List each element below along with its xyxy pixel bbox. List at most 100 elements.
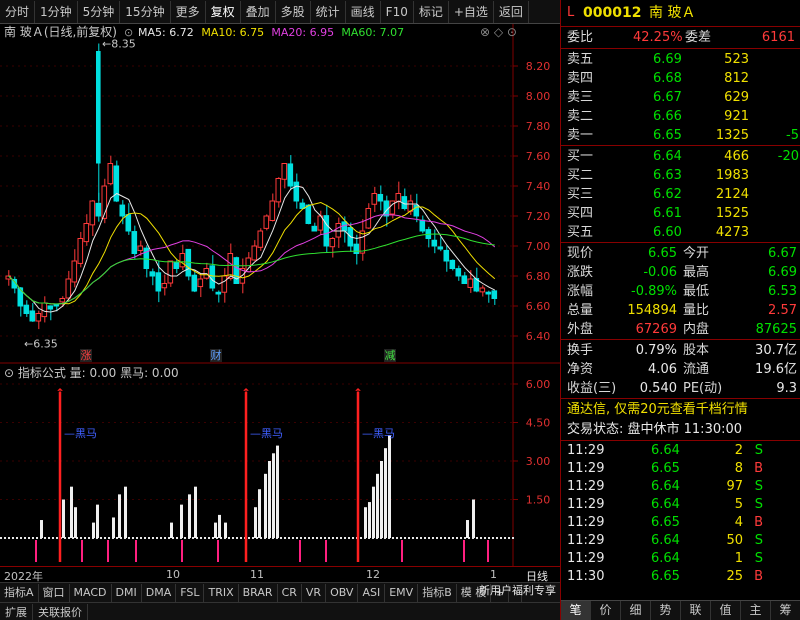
tab-BRAR[interactable]: BRAR bbox=[239, 583, 278, 602]
baseline-dot bbox=[84, 537, 86, 539]
tab-OBV[interactable]: OBV bbox=[326, 583, 359, 602]
candle bbox=[215, 291, 222, 295]
baseline-dot bbox=[316, 537, 318, 539]
toolbar-button-更多[interactable]: 更多 bbox=[171, 0, 206, 23]
toolbar-button-多股[interactable]: 多股 bbox=[276, 0, 311, 23]
promo-row[interactable]: 通达信, 仅需20元查看千档行情 bbox=[561, 400, 800, 419]
tab-指标B[interactable]: 指标B bbox=[418, 583, 457, 602]
quote-tab-主[interactable]: 主 bbox=[741, 601, 771, 620]
order-volume: 4273 bbox=[715, 225, 749, 240]
y-tick-label: 3.00 bbox=[526, 455, 551, 468]
chart-controls-icon[interactable]: ⊗ ◇ ⊙ bbox=[480, 25, 517, 39]
quote-tab-价[interactable]: 价 bbox=[591, 601, 621, 620]
baseline-dot bbox=[488, 537, 490, 539]
tab-CR[interactable]: CR bbox=[278, 583, 302, 602]
quote-tab-联[interactable]: 联 bbox=[681, 601, 711, 620]
candle bbox=[29, 310, 36, 322]
tab-MACD[interactable]: MACD bbox=[70, 583, 112, 602]
promo2-row[interactable]: 新用户福利专享 bbox=[479, 583, 800, 599]
baseline-dot bbox=[428, 537, 430, 539]
toolbar-button-返回[interactable]: 返回 bbox=[494, 0, 529, 23]
toolbar-button-5分钟[interactable]: 5分钟 bbox=[78, 0, 121, 23]
tick-row: 11:29 6.65 8 B bbox=[561, 460, 800, 478]
stat-row: 涨幅 -0.89% 最低 6.53 bbox=[561, 282, 800, 301]
quote-panel: L 000012 南 玻Ａ 委比 42.25% 委差 6161 卖五 6.69 523 卖四 6.68… bbox=[479, 0, 800, 620]
stat-value: -0.89% bbox=[631, 284, 677, 299]
volume-bar bbox=[372, 486, 375, 538]
candle bbox=[209, 265, 216, 289]
candle bbox=[371, 193, 378, 205]
baseline-dot bbox=[500, 537, 502, 539]
toolbar-button-15分钟[interactable]: 15分钟 bbox=[120, 0, 171, 23]
order-label: 卖一 bbox=[567, 128, 594, 143]
baseline-dot bbox=[504, 537, 506, 539]
baseline-dot bbox=[44, 537, 46, 539]
candle bbox=[83, 223, 90, 243]
candle bbox=[305, 204, 312, 224]
toolbar-button-F10[interactable]: F10 bbox=[381, 0, 414, 23]
volume-bar bbox=[214, 522, 217, 538]
candle bbox=[23, 304, 30, 315]
stat-label: 内盘 bbox=[683, 322, 710, 337]
baseline-dot bbox=[404, 537, 406, 539]
baseline-dot bbox=[324, 537, 326, 539]
toolbar-button-标记[interactable]: 标记 bbox=[414, 0, 449, 23]
promo2-text[interactable]: 新用户福利专享 bbox=[479, 583, 556, 599]
volume-bar bbox=[170, 522, 173, 538]
candle bbox=[257, 230, 264, 248]
baseline-dot bbox=[436, 537, 438, 539]
quote-tab-笔[interactable]: 笔 bbox=[561, 601, 591, 620]
tab-指标A[interactable]: 指标A bbox=[0, 583, 39, 602]
baseline-dot bbox=[108, 537, 110, 539]
toolbar-button-分时[interactable]: 分时 bbox=[0, 0, 36, 23]
volume-bar bbox=[276, 445, 279, 538]
tab-窗口[interactable]: 窗口 bbox=[39, 583, 70, 602]
tab-EMV[interactable]: EMV bbox=[385, 583, 419, 602]
order-volume: 1983 bbox=[715, 168, 749, 183]
candle bbox=[443, 249, 450, 262]
baseline-dot bbox=[508, 537, 510, 539]
date-axis: 2022年 10 11 12 1 日线 bbox=[0, 566, 560, 583]
promo-text[interactable]: 通达信, 仅需20元查看千档行情 bbox=[567, 400, 748, 419]
baseline-dot bbox=[512, 537, 514, 539]
baseline-dot bbox=[28, 537, 30, 539]
y-tick-label: 7.00 bbox=[526, 240, 551, 253]
stat-row: 现价 6.65 今开 6.67 bbox=[561, 244, 800, 263]
toolbar-button-叠加[interactable]: 叠加 bbox=[241, 0, 276, 23]
candle bbox=[119, 204, 126, 217]
order-label: 卖四 bbox=[567, 71, 594, 86]
kline-chart[interactable]: 8.20 8.00 7.80 7.60 7.40 7.20 7.00 6.80 6.60 6.40… bbox=[0, 24, 560, 364]
stat-value: -0.06 bbox=[643, 265, 677, 280]
order-change: -5 bbox=[786, 128, 799, 143]
toolbar-button-画线[interactable]: 画线 bbox=[346, 0, 381, 23]
stat-label: 现价 bbox=[567, 246, 594, 261]
tick-price: 6.64 bbox=[651, 533, 680, 548]
baseline-dot bbox=[16, 537, 18, 539]
related-quote-button[interactable]: 关联报价 bbox=[33, 603, 88, 620]
quote-tab-细[interactable]: 细 bbox=[621, 601, 651, 620]
toolbar-button-+自选[interactable]: +自选 bbox=[449, 0, 494, 23]
volume-bar bbox=[376, 473, 379, 538]
toolbar-button-复权[interactable]: 复权 bbox=[206, 0, 241, 23]
stock-code: 000012 bbox=[583, 5, 642, 21]
toolbar-button-1分钟[interactable]: 1分钟 bbox=[35, 0, 78, 23]
quote-tab-势[interactable]: 势 bbox=[651, 601, 681, 620]
baseline-dot bbox=[48, 537, 50, 539]
tab-DMI[interactable]: DMI bbox=[112, 583, 142, 602]
quote-tab-筹[interactable]: 筹 bbox=[771, 601, 800, 620]
volume-bar bbox=[368, 502, 371, 538]
expand-button[interactable]: 扩展 bbox=[0, 603, 33, 620]
volume-bar bbox=[194, 486, 197, 538]
tab-DMA[interactable]: DMA bbox=[142, 583, 177, 602]
tab-FSL[interactable]: FSL bbox=[176, 583, 205, 602]
indicator-chart[interactable]: ⊙ 指标公式 量: 0.00 黑马: 0.00 6.00 4.50 3.00 1.50 ↑… bbox=[0, 364, 560, 566]
tab-VR[interactable]: VR bbox=[302, 583, 327, 602]
y-tick-label: 6.60 bbox=[526, 300, 551, 313]
volume-bar bbox=[218, 514, 221, 538]
tab-ASI[interactable]: ASI bbox=[358, 583, 386, 602]
quote-tab-值[interactable]: 值 bbox=[711, 601, 741, 620]
toolbar-button-统计[interactable]: 统计 bbox=[311, 0, 346, 23]
tab-TRIX[interactable]: TRIX bbox=[204, 583, 239, 602]
volume-bar bbox=[188, 494, 191, 538]
baseline-dot bbox=[36, 537, 38, 539]
